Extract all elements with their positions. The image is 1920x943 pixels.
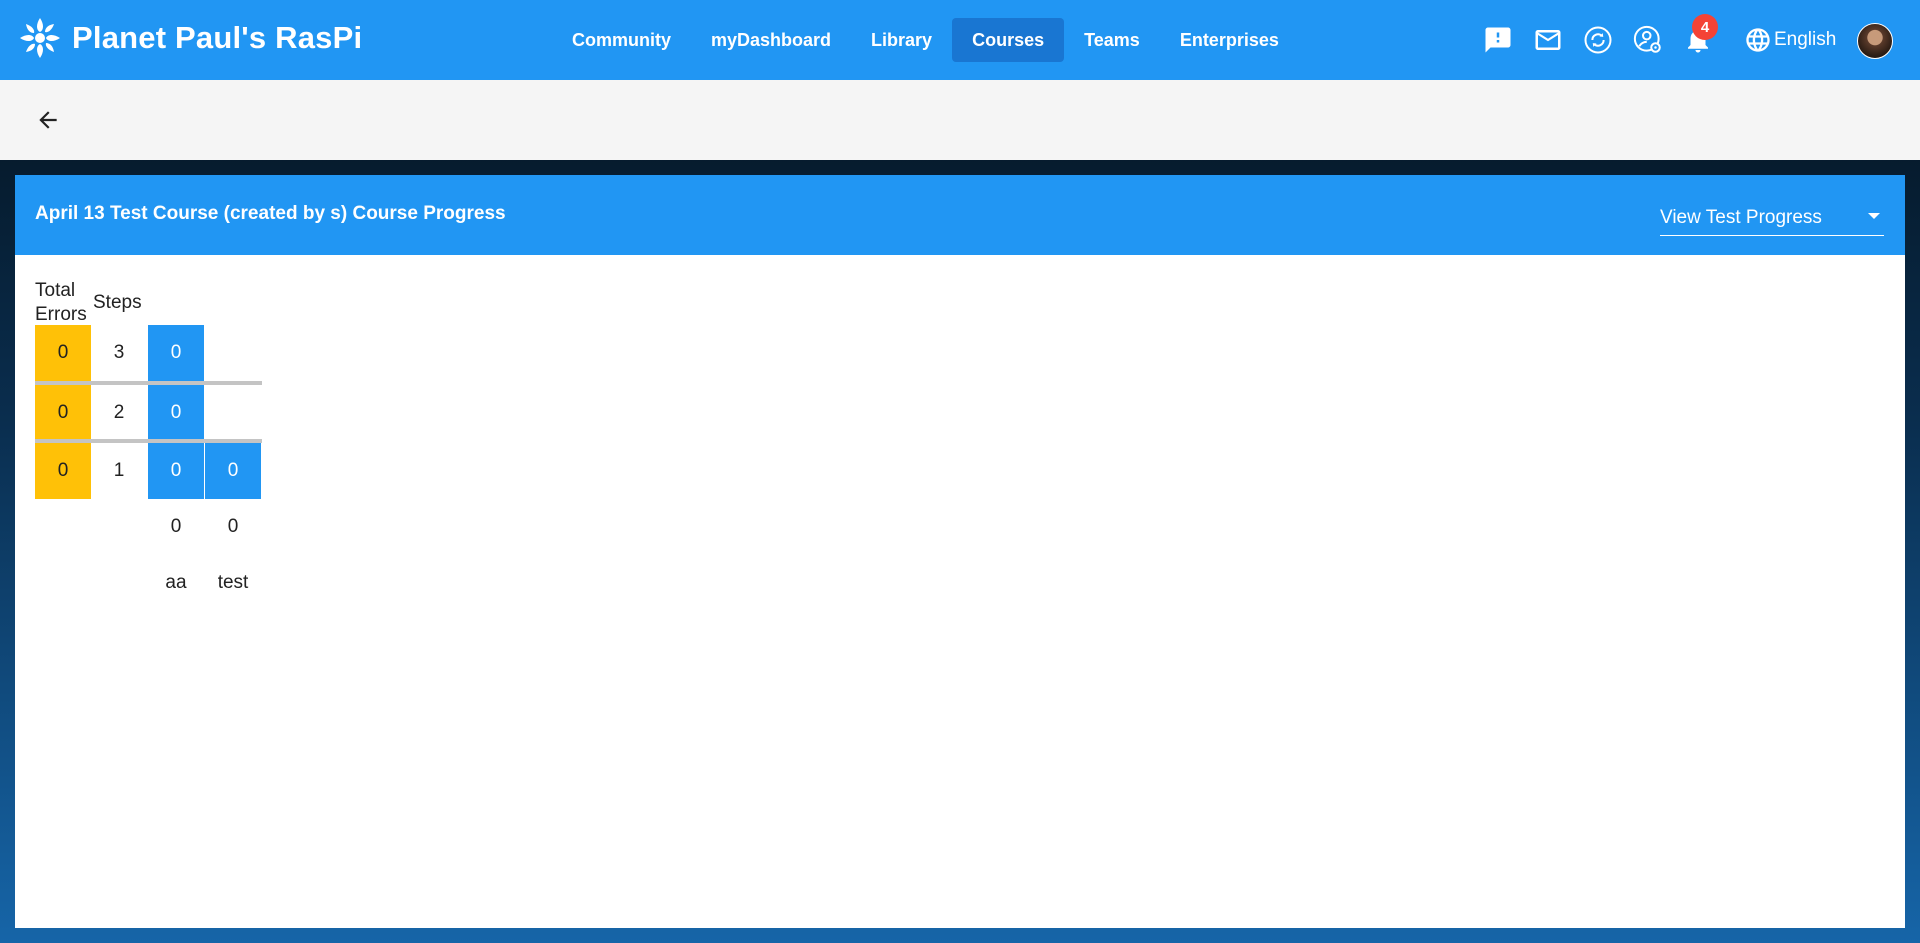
nav-mydashboard[interactable]: myDashboard [691,18,851,62]
user-name-aa[interactable]: aa [148,555,204,611]
step-number: 3 [113,342,125,363]
sync-icon [1584,26,1612,54]
progress-cell-aa[interactable]: 0 [148,443,204,499]
top-navbar: Planet Paul's RasPi Community myDashboar… [0,0,1920,80]
progress-cell-aa[interactable]: 0 [148,325,204,381]
step-number: 2 [113,402,125,423]
main-nav: Community myDashboard Library Courses Te… [552,18,1299,62]
language-selector[interactable]: English [1744,20,1836,60]
total-errors-cell: 0 [35,385,91,441]
total-errors-cell: 0 [35,325,91,381]
sync-button[interactable] [1578,20,1618,60]
mail-button[interactable] [1528,20,1568,60]
back-button[interactable] [28,100,68,140]
user-avatar[interactable] [1857,23,1893,59]
select-value: View Test Progress [1660,207,1822,228]
language-icon [1746,28,1770,52]
header-total-errors-line1: Total [35,280,76,301]
progress-cell-aa[interactable]: 0 [148,385,204,441]
arrow-back-icon [39,111,57,129]
nav-community[interactable]: Community [552,18,691,62]
header-total-errors: Total Errors [35,279,87,327]
user-total-aa: 0 [170,516,182,537]
user-name-test[interactable]: test [205,555,261,611]
language-label: English [1774,29,1837,50]
mail-icon [1535,30,1561,50]
page-toolbar [0,80,1920,160]
planet-logo-icon [20,18,60,58]
nav-enterprises[interactable]: Enterprises [1160,18,1299,62]
page-title: April 13 Test Course (created by s) Cour… [35,203,506,224]
header-steps: Steps [93,292,142,313]
card-header: April 13 Test Course (created by s) Cour… [15,175,1905,255]
app-title: Planet Paul's RasPi [72,20,363,55]
view-progress-select[interactable]: View Test Progress [1660,199,1884,236]
manager-button[interactable] [1628,20,1668,60]
total-errors-cell: 0 [35,443,91,499]
user-total-test: 0 [227,516,239,537]
manager-icon [1633,25,1661,53]
chevron-down-icon [1868,213,1880,219]
notification-badge: 4 [1692,14,1718,40]
nav-courses[interactable]: Courses [952,18,1065,62]
feedback-button[interactable] [1478,20,1518,60]
course-progress-card: April 13 Test Course (created by s) Cour… [15,175,1905,928]
header-total-errors-line2: Errors [35,304,87,325]
step-number: 1 [113,460,125,481]
feedback-icon [1485,27,1511,53]
nav-library[interactable]: Library [851,18,952,62]
brand[interactable]: Planet Paul's RasPi [18,16,362,60]
nav-teams[interactable]: Teams [1064,18,1160,62]
notifications-button[interactable]: 4 [1678,14,1718,60]
progress-cell-test[interactable]: 0 [205,443,261,499]
